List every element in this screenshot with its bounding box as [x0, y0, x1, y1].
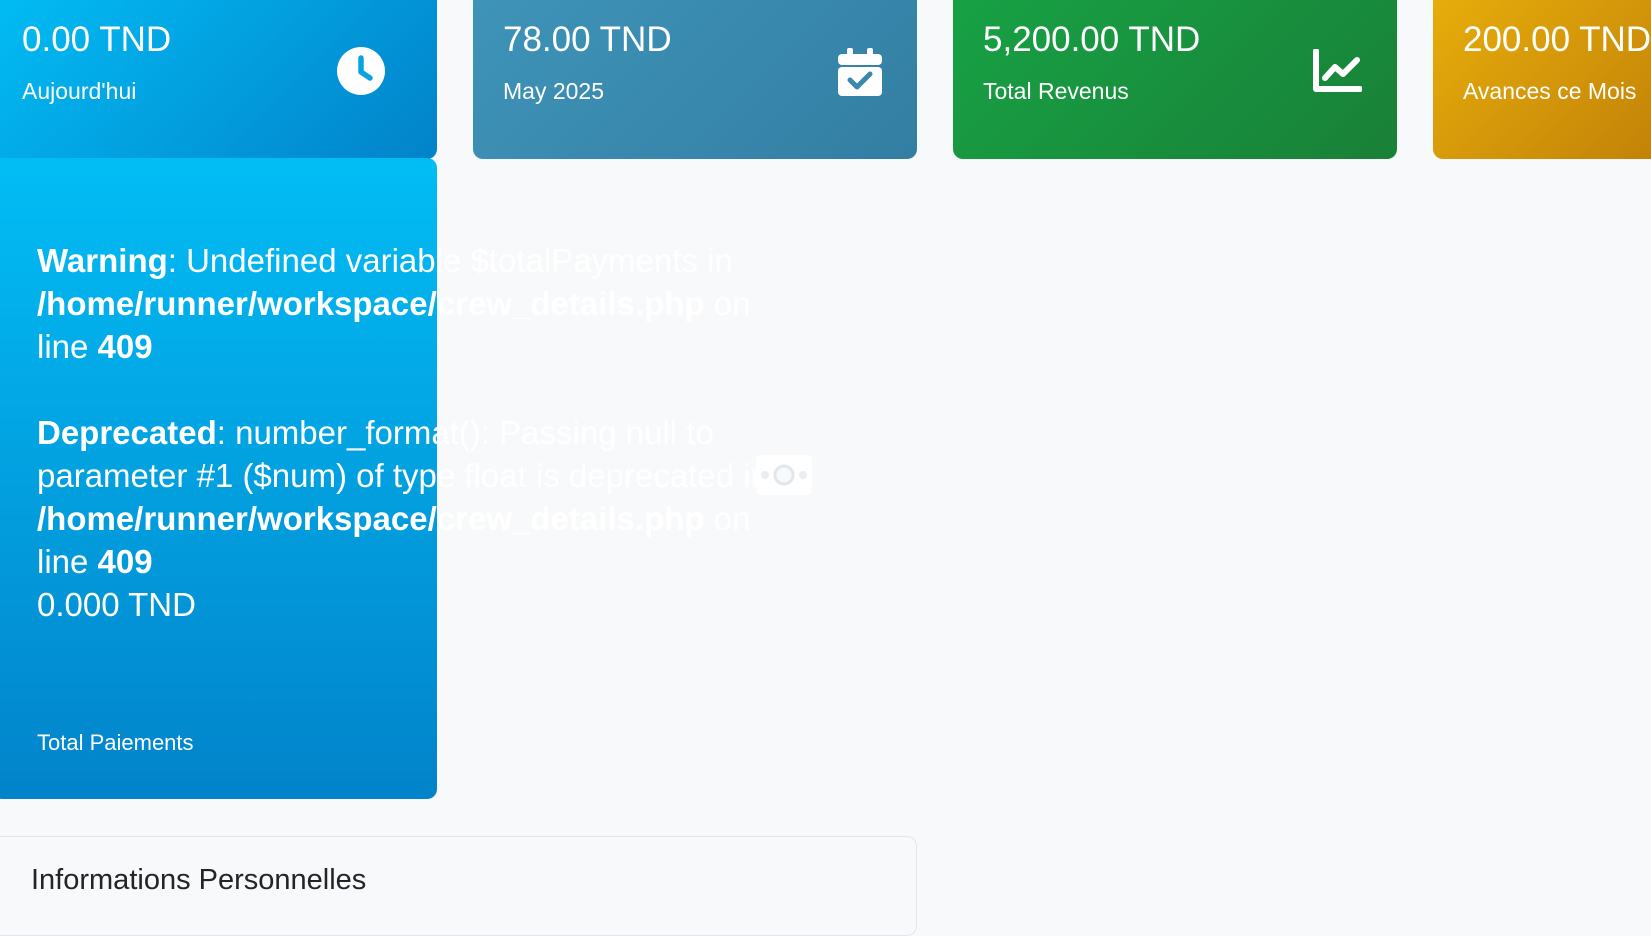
payments-label: Total Paiements: [37, 730, 194, 755]
deprecated-kind: Deprecated: [37, 414, 217, 451]
personal-info-card: Informations Personnelles: [0, 836, 917, 936]
warning-message: : Undefined variable $totalPayments in: [167, 242, 733, 279]
stat-label: Total Revenus: [983, 78, 1129, 104]
stat-amount: 5,200.00 TND: [983, 20, 1201, 59]
stat-amount: 0.00 TND: [22, 20, 172, 59]
stat-card-advances: 200.00 TND Avances ce Mois: [1433, 0, 1651, 159]
payments-amount: 0.000 TND: [37, 586, 196, 623]
warning-line: 409: [97, 328, 153, 365]
warning-kind: Warning: [37, 242, 168, 279]
php-error-output: Warning: Undefined variable $totalPaymen…: [37, 239, 797, 626]
deprecated-line: 409: [97, 543, 153, 580]
stat-card-today: 0.00 TND Aujourd'hui: [0, 0, 437, 159]
stat-amount: 78.00 TND: [503, 20, 672, 59]
php-deprecated: Deprecated: number_format(): Passing nul…: [37, 411, 797, 583]
chart-line-icon: [1313, 49, 1362, 92]
stat-card-revenue: 5,200.00 TND Total Revenus: [953, 0, 1397, 159]
clock-icon: [337, 47, 385, 95]
stat-card-month: 78.00 TND May 2025: [473, 0, 917, 159]
warning-file: /home/runner/workspace/crew_details.php: [37, 285, 705, 322]
stat-label: Avances ce Mois: [1463, 78, 1637, 104]
calendar-check-icon: [838, 48, 882, 96]
stat-amount: 200.00 TND: [1463, 20, 1651, 59]
stat-label: Aujourd'hui: [22, 78, 137, 104]
money-bill-icon: [756, 455, 812, 495]
personal-info-title: Informations Personnelles: [31, 864, 367, 896]
php-warning: Warning: Undefined variable $totalPaymen…: [37, 239, 797, 368]
deprecated-file: /home/runner/workspace/crew_details.php: [37, 500, 705, 537]
stat-label: May 2025: [503, 78, 605, 104]
